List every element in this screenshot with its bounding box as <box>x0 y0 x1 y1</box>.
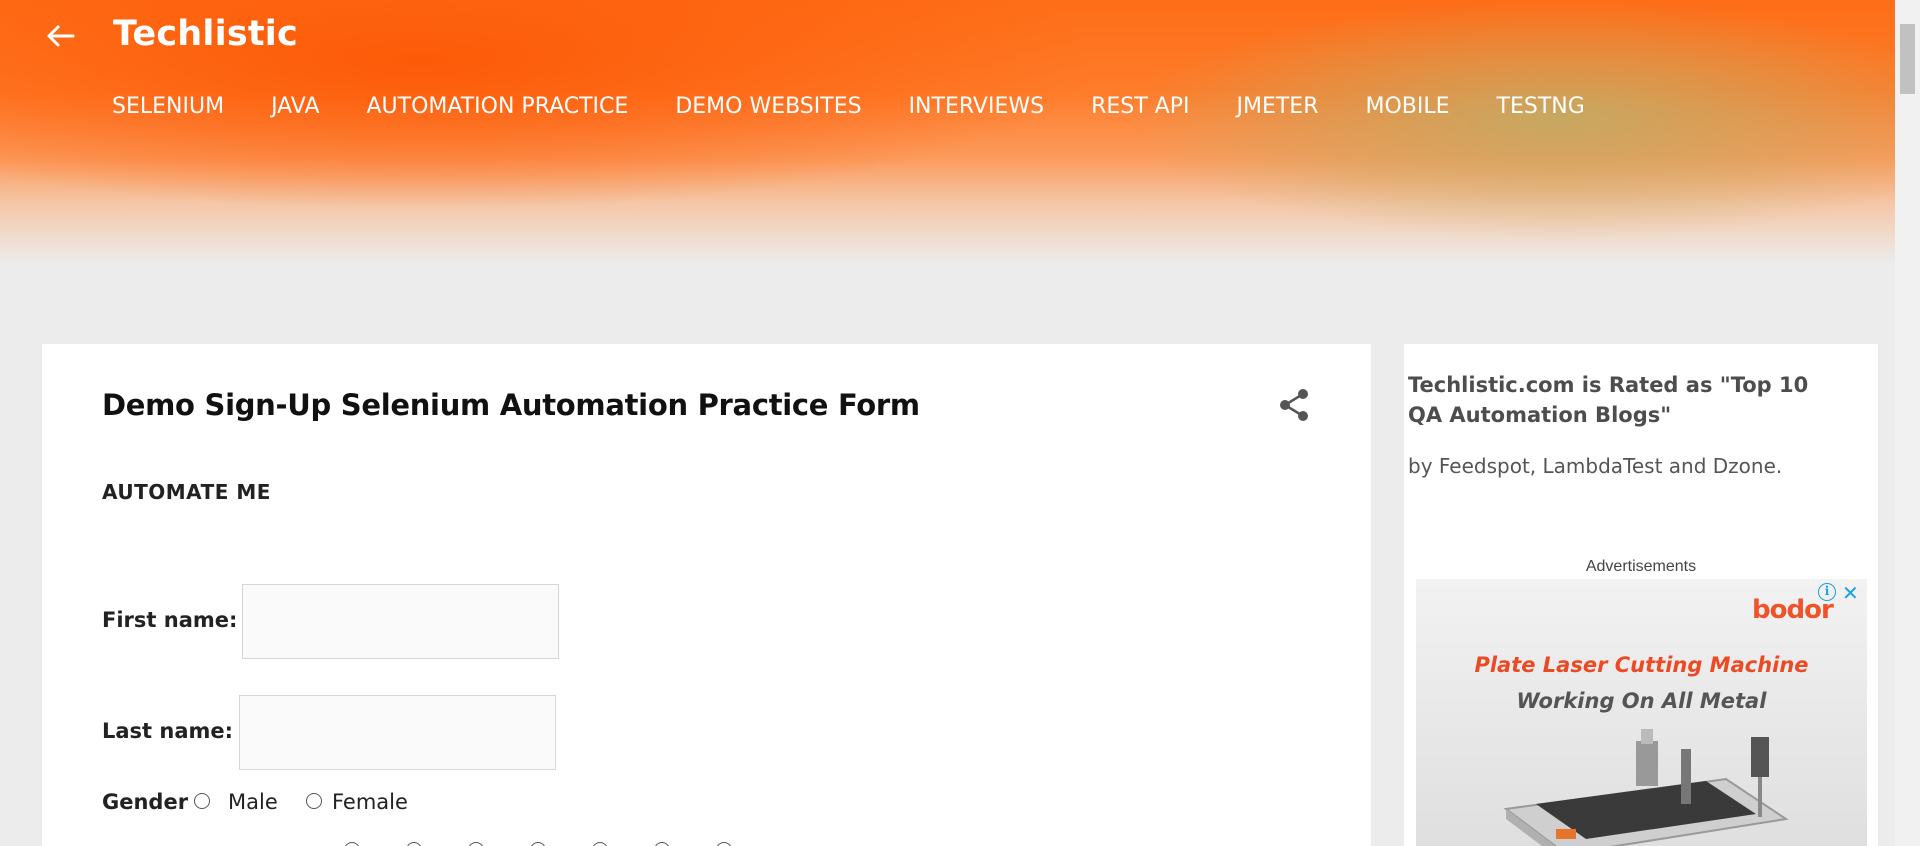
experience-radio[interactable] <box>530 842 546 846</box>
first-name-input[interactable] <box>242 584 559 659</box>
post-card: Demo Sign-Up Selenium Automation Practic… <box>42 344 1371 846</box>
ad-banner[interactable]: i ✕ bodor Plate Laser Cutting Machine Wo… <box>1416 579 1867 846</box>
nav-item-selenium[interactable]: SELENIUM <box>112 94 224 119</box>
nav-item-rest-api[interactable]: REST API <box>1091 94 1189 119</box>
nav-item-demo-websites[interactable]: DEMO WEBSITES <box>675 94 861 119</box>
nav-item-java[interactable]: JAVA <box>271 94 319 119</box>
scrollbar-thumb[interactable] <box>1900 24 1915 94</box>
main-nav: SELENIUM JAVA AUTOMATION PRACTICE DEMO W… <box>112 94 1632 119</box>
back-arrow-icon[interactable] <box>42 18 78 54</box>
experience-radio[interactable] <box>592 842 608 846</box>
experience-radio[interactable] <box>468 842 484 846</box>
share-icon[interactable] <box>1278 388 1310 422</box>
experience-radio[interactable] <box>406 842 422 846</box>
last-name-label: Last name: <box>102 719 234 743</box>
nav-item-jmeter[interactable]: JMETER <box>1236 94 1318 119</box>
gender-label: Gender <box>102 790 189 814</box>
gender-male-label: Male <box>228 790 278 814</box>
ad-close-icon[interactable]: ✕ <box>1842 581 1859 605</box>
post-title: Demo Sign-Up Selenium Automation Practic… <box>102 388 920 422</box>
automate-me-heading: AUTOMATE ME <box>102 480 271 504</box>
rated-blurb: Techlistic.com is Rated as "Top 10 QA Au… <box>1408 373 1809 427</box>
site-title[interactable]: Techlistic <box>113 14 298 54</box>
experience-radio[interactable] <box>716 842 732 846</box>
advertisements-label: Advertisements <box>1585 558 1697 575</box>
first-name-label: First name: <box>102 608 238 632</box>
nav-item-testng[interactable]: TESTNG <box>1497 94 1585 119</box>
ad-subheadline: Working On All Metal <box>1516 689 1767 713</box>
nav-item-mobile[interactable]: MOBILE <box>1365 94 1449 119</box>
last-name-input[interactable] <box>239 695 556 770</box>
page-scrollbar[interactable] <box>1895 0 1920 846</box>
ad-brand-logo: bodor <box>1752 595 1834 625</box>
gender-male-radio[interactable] <box>194 793 210 809</box>
nav-item-automation-practice[interactable]: AUTOMATION PRACTICE <box>367 94 629 119</box>
ad-headline: Plate Laser Cutting Machine <box>1474 653 1809 677</box>
gender-female-radio[interactable] <box>306 793 322 809</box>
experience-radio[interactable] <box>654 842 670 846</box>
laser-machine-image <box>1503 729 1789 846</box>
rated-by-line: by Feedspot, LambdaTest and Dzone. <box>1408 454 1783 478</box>
gender-female-label: Female <box>332 790 408 814</box>
sidebar: Techlistic.com is Rated as "Top 10 QA Au… <box>1404 344 1878 846</box>
nav-item-interviews[interactable]: INTERVIEWS <box>909 94 1045 119</box>
experience-radio[interactable] <box>344 842 360 846</box>
